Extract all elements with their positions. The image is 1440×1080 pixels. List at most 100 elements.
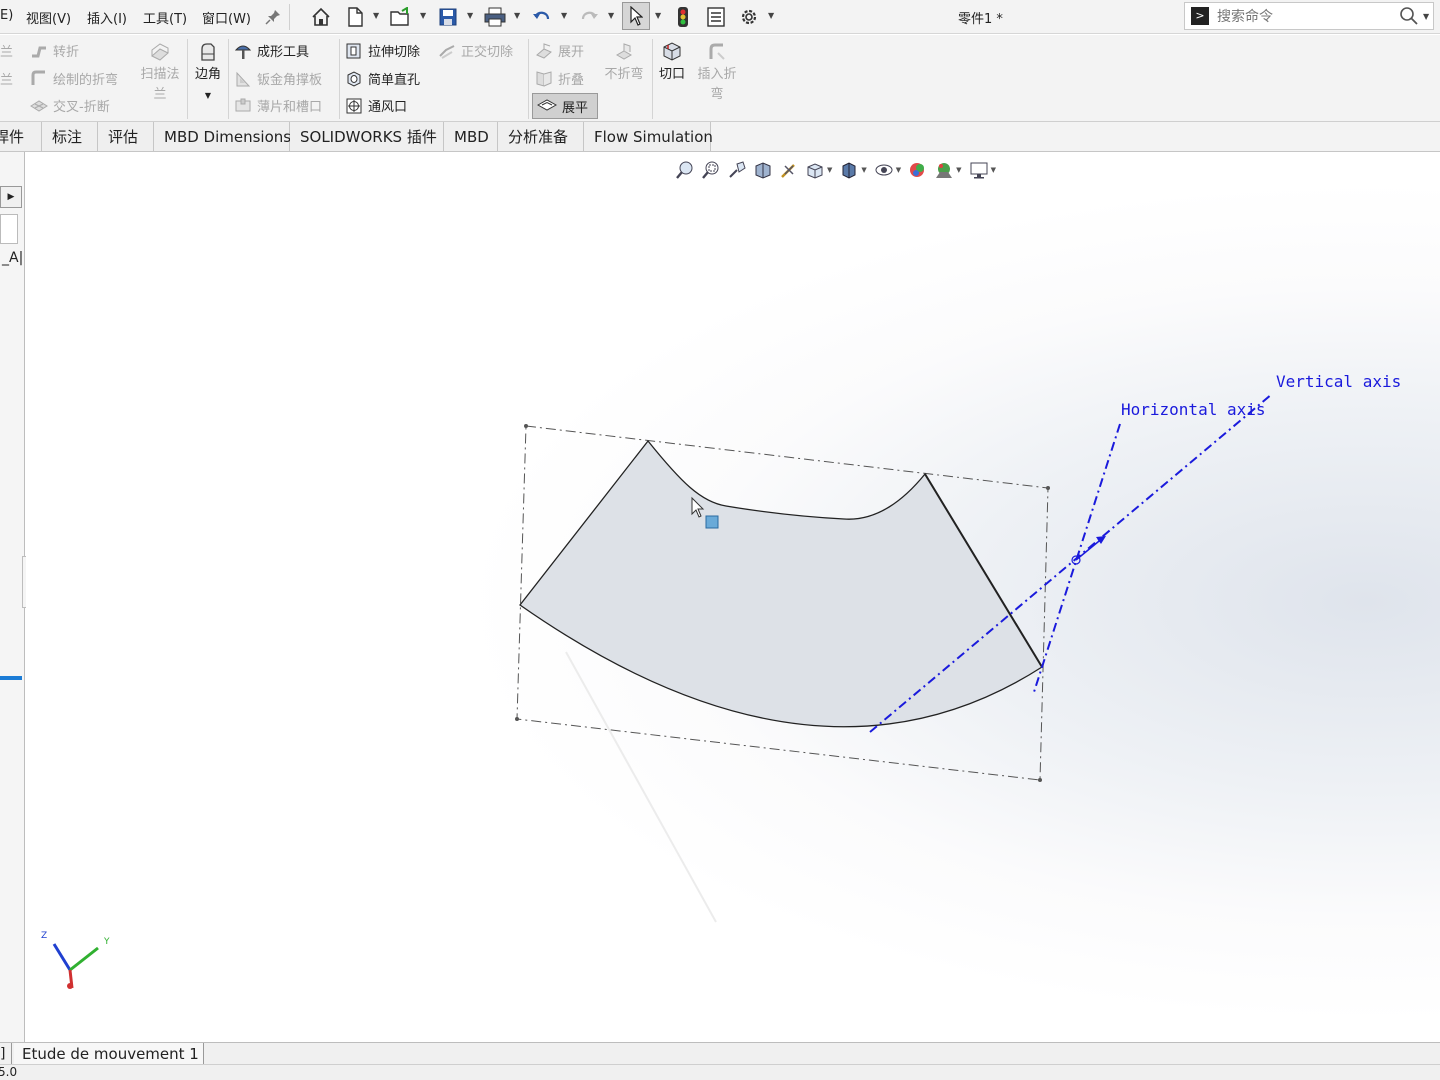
tab-solidworks-addins[interactable]: SOLIDWORKS 插件 <box>290 122 444 152</box>
swept-flange-icon <box>149 41 171 63</box>
search-commands[interactable]: > ▼ <box>1184 2 1434 30</box>
ribbon-label: 折叠 <box>558 73 585 88</box>
chevron-down-icon[interactable]: ▼ <box>1423 12 1429 21</box>
tab-analysis-preparation[interactable]: 分析准备 <box>498 122 584 152</box>
jog-icon <box>30 42 48 60</box>
chevron-down-icon[interactable]: ▼ <box>467 11 473 20</box>
motion-study-tab[interactable]: Etude de mouvement 1 <box>14 1043 204 1065</box>
ribbon-label: 拉伸切除 <box>368 45 421 60</box>
options-gear-icon[interactable] <box>738 6 760 28</box>
ribbon-label: 插入折 <box>697 67 737 82</box>
search-icon[interactable] <box>1399 6 1419 30</box>
normal-cut-button[interactable]: 正交切除 <box>438 41 513 60</box>
forming-tool-button[interactable]: 成形工具 <box>234 41 309 60</box>
tab-mbd[interactable]: MBD <box>444 122 498 152</box>
ribbon-cut-item-2[interactable]: 兰 <box>0 69 13 88</box>
tab-flow-simulation[interactable]: Flow Simulation <box>584 122 713 152</box>
ribbon-label: 通风口 <box>368 100 408 115</box>
ribbon-label: 弯 <box>710 87 724 102</box>
command-manager-ribbon: 兰 兰 转折 绘制的折弯 交叉-折断 扫描法 兰 边角 ▼ 成形工具 钣金角撑板… <box>0 35 1440 122</box>
menu-tools[interactable]: 工具(T) <box>143 8 187 27</box>
status-bar: 5.0 <box>0 1064 1440 1080</box>
menu-window[interactable]: 窗口(W) <box>202 8 251 27</box>
traffic-light-icon[interactable] <box>672 6 694 28</box>
redo-icon[interactable] <box>578 6 600 28</box>
ribbon-cut-item-1[interactable]: 兰 <box>0 41 13 60</box>
insert-bends-button[interactable]: 插入折 弯 <box>692 41 742 105</box>
new-document-icon[interactable] <box>344 6 366 28</box>
simple-hole-icon <box>345 70 363 88</box>
chevron-down-icon[interactable]: ▼ <box>205 91 211 100</box>
flatten-icon <box>536 97 558 115</box>
menu-separator <box>289 4 290 30</box>
tab-markup[interactable]: 标注 <box>42 122 98 152</box>
vertical-axis-label: Vertical axis <box>1276 372 1401 391</box>
cross-break-icon <box>30 97 48 115</box>
select-cursor-icon[interactable] <box>622 2 650 30</box>
menu-insert[interactable]: 插入(I) <box>87 8 127 27</box>
simple-hole-button[interactable]: 简单直孔 <box>345 69 420 88</box>
home-icon[interactable] <box>310 6 332 28</box>
pin-icon[interactable] <box>262 6 284 28</box>
corner-icon <box>197 41 219 63</box>
extruded-cut-icon <box>345 42 363 60</box>
feature-manager-panel: ▶ _A| ◦ <box>0 152 36 1042</box>
ribbon-separator <box>528 39 529 119</box>
feature-tree-label[interactable]: _A| <box>2 250 23 266</box>
corners-button[interactable]: 边角 ▼ <box>190 41 226 106</box>
chevron-down-icon[interactable]: ▼ <box>561 11 567 20</box>
ribbon-label: 正交切除 <box>461 45 514 60</box>
model-tab[interactable]: ] <box>0 1043 12 1065</box>
graphics-viewport[interactable]: ▼ ▼ ▼ ▼ ▼ Horizontal axis Vertical axis … <box>26 152 1440 1042</box>
open-icon[interactable] <box>390 6 412 28</box>
chevron-down-icon[interactable]: ▼ <box>514 11 520 20</box>
sheet-metal-gusset-button[interactable]: 钣金角撑板 <box>234 69 322 88</box>
forming-tool-icon <box>234 42 252 60</box>
ribbon-separator <box>187 39 188 119</box>
selection-marker-icon <box>705 515 719 529</box>
flatten-button[interactable]: 展平 <box>532 93 598 119</box>
selection-indicator <box>0 676 22 680</box>
command-prompt-icon: > <box>1191 7 1209 25</box>
chevron-down-icon[interactable]: ▼ <box>655 11 661 20</box>
no-bends-button[interactable]: 不折弯 <box>600 41 648 85</box>
search-input[interactable] <box>1217 7 1387 27</box>
triad-z-label: Z <box>41 931 47 941</box>
sketched-bend-button[interactable]: 绘制的折弯 <box>30 69 118 88</box>
extruded-cut-button[interactable]: 拉伸切除 <box>345 41 420 60</box>
ribbon-label: 切口 <box>658 67 685 82</box>
chevron-down-icon[interactable]: ▼ <box>373 11 379 20</box>
rip-button[interactable]: 切口 <box>654 41 690 85</box>
tab-evaluate[interactable]: 评估 <box>98 122 154 152</box>
ribbon-label: 交叉-折断 <box>53 100 110 115</box>
feature-tree-box[interactable] <box>0 214 18 244</box>
flat-pattern-part[interactable] <box>519 439 1043 728</box>
ribbon-label: 绘制的折弯 <box>53 73 119 88</box>
menu-view[interactable]: 视图(V) <box>26 8 71 27</box>
tab-weldments[interactable]: 焊件 <box>0 122 42 152</box>
unfold-button[interactable]: 展开 <box>535 41 584 60</box>
unfold-icon <box>535 42 553 60</box>
chevron-down-icon[interactable]: ▼ <box>768 11 774 20</box>
menu-edit[interactable]: E) <box>0 8 13 23</box>
fold-button[interactable]: 折叠 <box>535 69 584 88</box>
ribbon-label: 转折 <box>53 45 80 60</box>
ribbon-label: 钣金角撑板 <box>257 73 323 88</box>
vent-button[interactable]: 通风口 <box>345 96 407 115</box>
expand-arrow-icon[interactable]: ▶ <box>0 186 22 208</box>
save-icon[interactable] <box>437 6 459 28</box>
chevron-down-icon[interactable]: ▼ <box>420 11 426 20</box>
cross-break-button[interactable]: 交叉-折断 <box>30 96 110 115</box>
ribbon-label: 展平 <box>562 100 589 116</box>
tab-and-slot-button[interactable]: 薄片和槽口 <box>234 96 322 115</box>
swept-flange-button[interactable]: 扫描法 兰 <box>138 41 182 105</box>
chevron-down-icon[interactable]: ▼ <box>608 11 614 20</box>
reference-triad-icon: Z Y <box>41 931 110 989</box>
model-canvas[interactable]: Horizontal axis Vertical axis Z Y <box>26 152 1440 1042</box>
print-icon[interactable] <box>484 6 506 28</box>
document-title: 零件1 * <box>958 12 1003 27</box>
undo-icon[interactable] <box>531 6 553 28</box>
jog-button[interactable]: 转折 <box>30 41 79 60</box>
file-properties-icon[interactable] <box>705 6 727 28</box>
tab-mbd-dimensions[interactable]: MBD Dimensions <box>154 122 291 152</box>
